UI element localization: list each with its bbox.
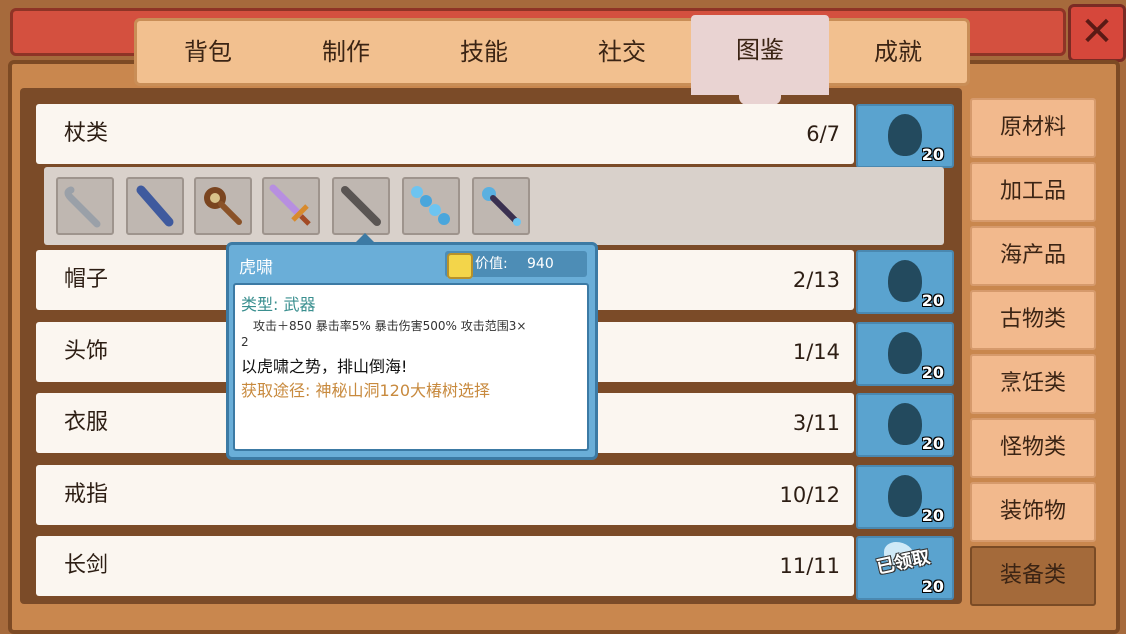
row-name: 戒指 bbox=[64, 482, 109, 507]
tooltip-stats: 攻击＋850 暴击率5% 暴击伤害500% 攻击范围3× bbox=[253, 319, 527, 333]
reward-button[interactable]: 20 bbox=[856, 393, 954, 457]
category-equipment[interactable]: 装备类 bbox=[970, 546, 1096, 606]
crystal-sword-icon[interactable] bbox=[262, 177, 320, 235]
reward-orb-icon bbox=[888, 475, 922, 517]
tab-collection[interactable]: 图鉴 bbox=[691, 15, 829, 105]
row-count: 2/13 bbox=[792, 268, 840, 292]
row-count: 6/7 bbox=[806, 122, 840, 146]
list-item[interactable]: 长剑 11/11 bbox=[36, 536, 854, 596]
coin-icon bbox=[447, 253, 473, 279]
tooltip-stats-wrap: 2 bbox=[241, 335, 249, 349]
value-label: 价值: bbox=[475, 256, 508, 272]
tab-skills[interactable]: 技能 bbox=[415, 21, 553, 83]
tooltip-description: 以虎啸之势，排山倒海! bbox=[241, 357, 408, 376]
reward-amount: 20 bbox=[921, 145, 944, 164]
list-item[interactable]: 杖类 6/7 bbox=[36, 104, 854, 164]
reward-amount: 20 bbox=[921, 577, 944, 596]
blue-club-icon[interactable] bbox=[126, 177, 184, 235]
category-decorations[interactable]: 装饰物 bbox=[970, 482, 1096, 542]
value-amount: 940 bbox=[527, 256, 554, 272]
dark-orb-staff-icon[interactable] bbox=[472, 177, 530, 235]
tab-backpack[interactable]: 背包 bbox=[139, 21, 277, 83]
category-seafood[interactable]: 海产品 bbox=[970, 226, 1096, 286]
item-tooltip: 虎啸 价值: 940 类型: 武器 攻击＋850 暴击率5% 暴击伤害500% … bbox=[226, 233, 598, 460]
reward-orb-icon bbox=[888, 114, 922, 156]
reward-orb-icon bbox=[888, 403, 922, 445]
row-name: 帽子 bbox=[64, 267, 109, 292]
reward-amount: 20 bbox=[921, 434, 944, 453]
row-name: 长剑 bbox=[64, 553, 109, 578]
reward-orb-icon bbox=[888, 332, 922, 374]
list-item[interactable]: 戒指 10/12 bbox=[36, 465, 854, 525]
tab-achievements[interactable]: 成就 bbox=[829, 21, 967, 83]
tooltip-type: 类型: 武器 bbox=[241, 295, 316, 314]
tab-social[interactable]: 社交 bbox=[553, 21, 691, 83]
item-strip bbox=[44, 167, 944, 245]
claimed-label: 已领取 bbox=[874, 546, 932, 579]
row-count: 11/11 bbox=[779, 554, 840, 578]
reward-button[interactable]: 20 bbox=[856, 104, 954, 168]
spiked-mace-icon[interactable] bbox=[194, 177, 252, 235]
reward-claimed-button[interactable]: 已领取 20 bbox=[856, 536, 954, 600]
tooltip-value: 价值: 940 bbox=[445, 251, 587, 279]
category-cooking[interactable]: 烹饪类 bbox=[970, 354, 1096, 414]
row-count: 3/11 bbox=[792, 411, 840, 435]
reward-amount: 20 bbox=[921, 363, 944, 382]
row-count: 10/12 bbox=[779, 483, 840, 507]
reward-button[interactable]: 20 bbox=[856, 250, 954, 314]
row-name: 杖类 bbox=[64, 121, 109, 146]
pipe-staff-icon[interactable] bbox=[56, 177, 114, 235]
ice-chain-staff-icon[interactable] bbox=[402, 177, 460, 235]
tooltip-source: 获取途径: 神秘山洞120大椿树选择 bbox=[241, 381, 491, 400]
reward-orb-icon bbox=[888, 260, 922, 302]
tab-bar: 背包 制作 技能 社交 图鉴 成就 bbox=[134, 15, 970, 105]
tooltip-title: 虎啸 bbox=[239, 258, 273, 278]
tooltip-body: 类型: 武器 攻击＋850 暴击率5% 暴击伤害500% 攻击范围3× 2 以虎… bbox=[233, 283, 589, 451]
close-button[interactable]: ✕ bbox=[1068, 4, 1126, 62]
category-monsters[interactable]: 怪物类 bbox=[970, 418, 1096, 478]
tab-crafting[interactable]: 制作 bbox=[277, 21, 415, 83]
reward-button[interactable]: 20 bbox=[856, 465, 954, 529]
reward-amount: 20 bbox=[921, 291, 944, 310]
category-antiques[interactable]: 古物类 bbox=[970, 290, 1096, 350]
iron-rod-icon[interactable] bbox=[332, 177, 390, 235]
row-count: 1/14 bbox=[792, 340, 840, 364]
reward-amount: 20 bbox=[921, 506, 944, 525]
row-name: 头饰 bbox=[64, 339, 109, 364]
row-name: 衣服 bbox=[64, 410, 109, 435]
category-raw-materials[interactable]: 原材料 bbox=[970, 98, 1096, 158]
category-processed[interactable]: 加工品 bbox=[970, 162, 1096, 222]
reward-button[interactable]: 20 bbox=[856, 322, 954, 386]
